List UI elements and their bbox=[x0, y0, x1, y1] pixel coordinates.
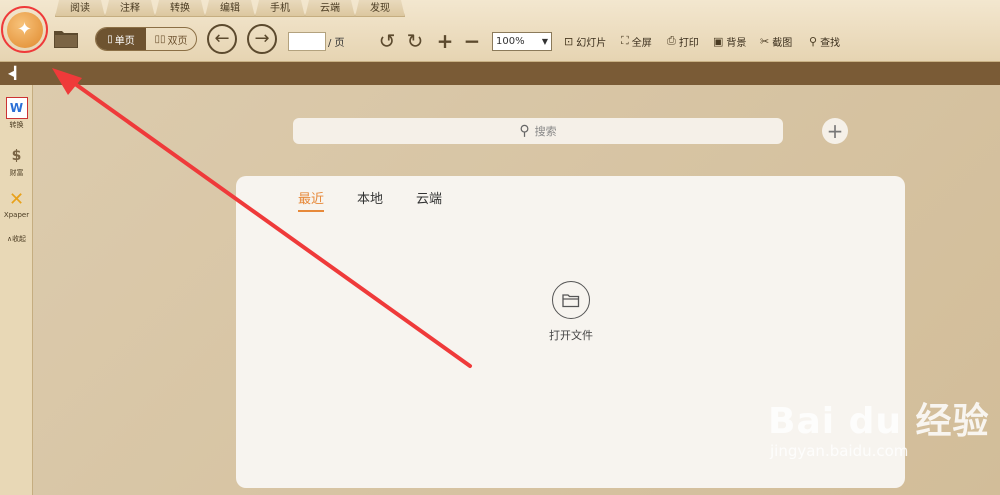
watermark: Bai du 经验 jingyan.baidu.com bbox=[768, 401, 990, 460]
left-sidebar: W 转换 $ 财富 ✕ Xpaper ∧收起 bbox=[0, 85, 33, 495]
prev-page-button[interactable]: ← bbox=[207, 24, 237, 54]
folder-icon bbox=[54, 31, 78, 48]
sidebar-item-convert[interactable]: W 转换 bbox=[0, 97, 33, 130]
chevron-down-icon: ▼ bbox=[541, 37, 548, 46]
rotate-right-button[interactable]: ↻ bbox=[404, 29, 426, 53]
printer-icon: ⎙ bbox=[667, 34, 676, 47]
collapse-sidebar-icon[interactable]: ◂▎ bbox=[8, 66, 23, 80]
fullscreen-icon: ⛶ bbox=[621, 34, 629, 47]
sidebar-item-wealth[interactable]: $ 财富 bbox=[0, 145, 33, 178]
xpaper-icon: ✕ bbox=[8, 188, 25, 210]
background-icon: ▣ bbox=[713, 34, 724, 48]
sidebar-item-collapse[interactable]: ∧收起 bbox=[0, 233, 33, 244]
next-page-button[interactable]: → bbox=[247, 24, 277, 54]
single-page-button[interactable]: ▯ 单页 bbox=[96, 28, 146, 50]
tab-recent[interactable]: 最近 bbox=[298, 188, 325, 212]
zoom-out-button[interactable]: − bbox=[461, 29, 483, 53]
sidebar-item-xpaper[interactable]: ✕ Xpaper bbox=[0, 188, 33, 220]
tab-mobile[interactable]: 手机 bbox=[255, 0, 305, 17]
minus-icon: − bbox=[463, 29, 481, 53]
tab-discover[interactable]: 发现 bbox=[355, 0, 405, 17]
tab-cloud-files[interactable]: 云端 bbox=[416, 188, 442, 212]
money-bag-icon: $ bbox=[11, 148, 22, 164]
arrow-right-icon: → bbox=[254, 28, 270, 49]
zoom-select[interactable]: 100% ▼ bbox=[492, 32, 552, 51]
zoom-in-button[interactable]: + bbox=[434, 29, 456, 53]
find-button[interactable]: ⚲ 查找 bbox=[809, 34, 840, 49]
slideshow-icon: ⊡ bbox=[564, 34, 574, 48]
scissors-icon: ✂ bbox=[760, 34, 770, 48]
collapse-strip: ◂▎ bbox=[0, 62, 1000, 85]
app-logo-button[interactable]: ✦ bbox=[1, 6, 48, 53]
pdf-to-word-icon: W bbox=[5, 97, 28, 119]
slideshow-button[interactable]: ⊡ 幻灯片 bbox=[564, 34, 606, 49]
background-button[interactable]: ▣ 背景 bbox=[713, 34, 746, 49]
search-icon: ⚲ bbox=[809, 34, 818, 48]
screenshot-button[interactable]: ✂ 截图 bbox=[760, 34, 792, 49]
add-button[interactable]: + bbox=[822, 118, 848, 144]
tab-local[interactable]: 本地 bbox=[357, 188, 383, 212]
double-page-button[interactable]: ▯▯ 双页 bbox=[146, 28, 196, 50]
toolbar: 阅读 注释 转换 编辑 手机 云端 发现 ✦ ▯ 单页 ▯▯ 双页 ← → / … bbox=[0, 0, 1000, 62]
page-number-input[interactable] bbox=[288, 32, 326, 51]
open-file-button[interactable]: 打开文件 bbox=[538, 281, 604, 343]
tab-annotate[interactable]: 注释 bbox=[105, 0, 155, 17]
search-icon: ⚲ bbox=[519, 123, 530, 139]
tab-cloud[interactable]: 云端 bbox=[305, 0, 355, 17]
tab-convert[interactable]: 转换 bbox=[155, 0, 205, 17]
print-button[interactable]: ⎙ 打印 bbox=[667, 34, 699, 49]
search-input[interactable]: ⚲ 搜索 bbox=[293, 118, 783, 144]
tab-edit[interactable]: 编辑 bbox=[205, 0, 255, 17]
open-folder-icon bbox=[562, 293, 580, 307]
page-suffix: / 页 bbox=[328, 38, 345, 49]
panel-tabs: 最近 本地 云端 bbox=[298, 188, 475, 212]
rotate-right-icon: ↻ bbox=[406, 29, 424, 53]
tab-read[interactable]: 阅读 bbox=[55, 0, 105, 17]
rotate-left-icon: ↺ bbox=[378, 29, 396, 53]
plus-icon: + bbox=[436, 29, 454, 53]
menu-tabs: 阅读 注释 转换 编辑 手机 云端 发现 bbox=[55, 0, 405, 17]
view-mode-toggle: ▯ 单页 ▯▯ 双页 bbox=[95, 27, 197, 51]
plus-icon: + bbox=[826, 119, 844, 143]
rotate-left-button[interactable]: ↺ bbox=[376, 29, 398, 53]
open-folder-button[interactable] bbox=[53, 27, 79, 49]
arrow-left-icon: ← bbox=[214, 28, 230, 49]
double-page-icon: ▯▯ bbox=[154, 33, 166, 45]
logo-icon: ✦ bbox=[6, 11, 43, 48]
fullscreen-button[interactable]: ⛶ 全屏 bbox=[621, 34, 652, 49]
single-page-icon: ▯ bbox=[107, 33, 113, 45]
